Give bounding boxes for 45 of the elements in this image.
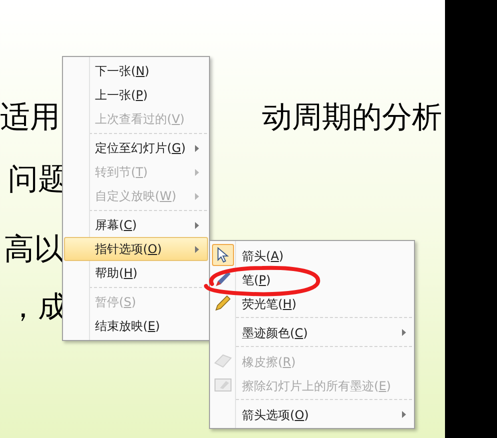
menu-item-label: 荧光笔(H) [242,297,296,311]
menu-item[interactable]: 箭头(A) [210,243,414,267]
menu-item[interactable]: 指针选项(O) [64,237,208,261]
menu-item-label: 上次查看过的(V) [95,111,185,128]
submenu-caret-icon [195,192,199,200]
menu-item[interactable]: 墨迹颜色(C) [210,320,414,344]
menu-item-label: 屏幕(C) [95,217,137,234]
menu-item-label: 笔(P) [242,273,271,287]
menu-item-label: 墨迹颜色(C) [242,326,308,340]
menu-item[interactable]: 帮助(H) [64,261,208,285]
menu-item-label: 暂停(S) [95,294,136,311]
submenu-caret-icon [195,246,199,252]
menu-item-label: 帮助(H) [95,265,138,282]
menu-item-label: 转到节(T) [95,164,148,181]
menu-item[interactable]: 上一张(P) [64,83,208,107]
menu-item-label: 结束放映(E) [95,318,160,335]
submenu-caret-icon [402,328,406,336]
menu-item-label: 上一张(P) [95,87,148,104]
menu-item[interactable]: 下一张(N) [64,59,208,83]
menu-item-label: 擦除幻灯片上的所有墨迹(E) [242,379,391,393]
menu-item-label: 箭头选项(O) [242,408,309,422]
submenu-caret-icon [402,410,406,418]
menu-item-label: 指针选项(O) [95,241,162,258]
submenu-caret-icon [195,168,199,176]
slide-text: 适用 [0,100,60,136]
submenu-caret-icon [195,222,199,228]
slide-text: 高以 [4,232,64,268]
menu-item[interactable]: 定位至幻灯片(G) [64,136,208,160]
arrow-cursor-icon [217,247,229,263]
menu-item-label: 橡皮擦(R) [242,355,296,369]
menu-item[interactable]: 荧光笔(H) [210,291,414,315]
menu-item-label: 定位至幻灯片(G) [95,140,186,157]
menu-item[interactable]: 结束放映(E) [64,314,208,338]
eraser-icon [214,354,232,368]
pencil-icon [214,294,232,312]
submenu-caret-icon [195,144,199,152]
menu-item-label: 自定义放映(W) [95,188,176,205]
menu-item[interactable]: 笔(P) [210,267,414,291]
slide-text: 动周期的分析 [262,100,442,136]
menu-item[interactable]: 屏幕(C) [64,213,208,237]
menu-item-label: 下一张(N) [95,63,150,80]
pen-icon [214,270,232,288]
erase-page-icon [214,378,232,392]
menu-item-label: 箭头(A) [242,249,284,263]
menu-item[interactable]: 箭头选项(O) [210,402,414,426]
